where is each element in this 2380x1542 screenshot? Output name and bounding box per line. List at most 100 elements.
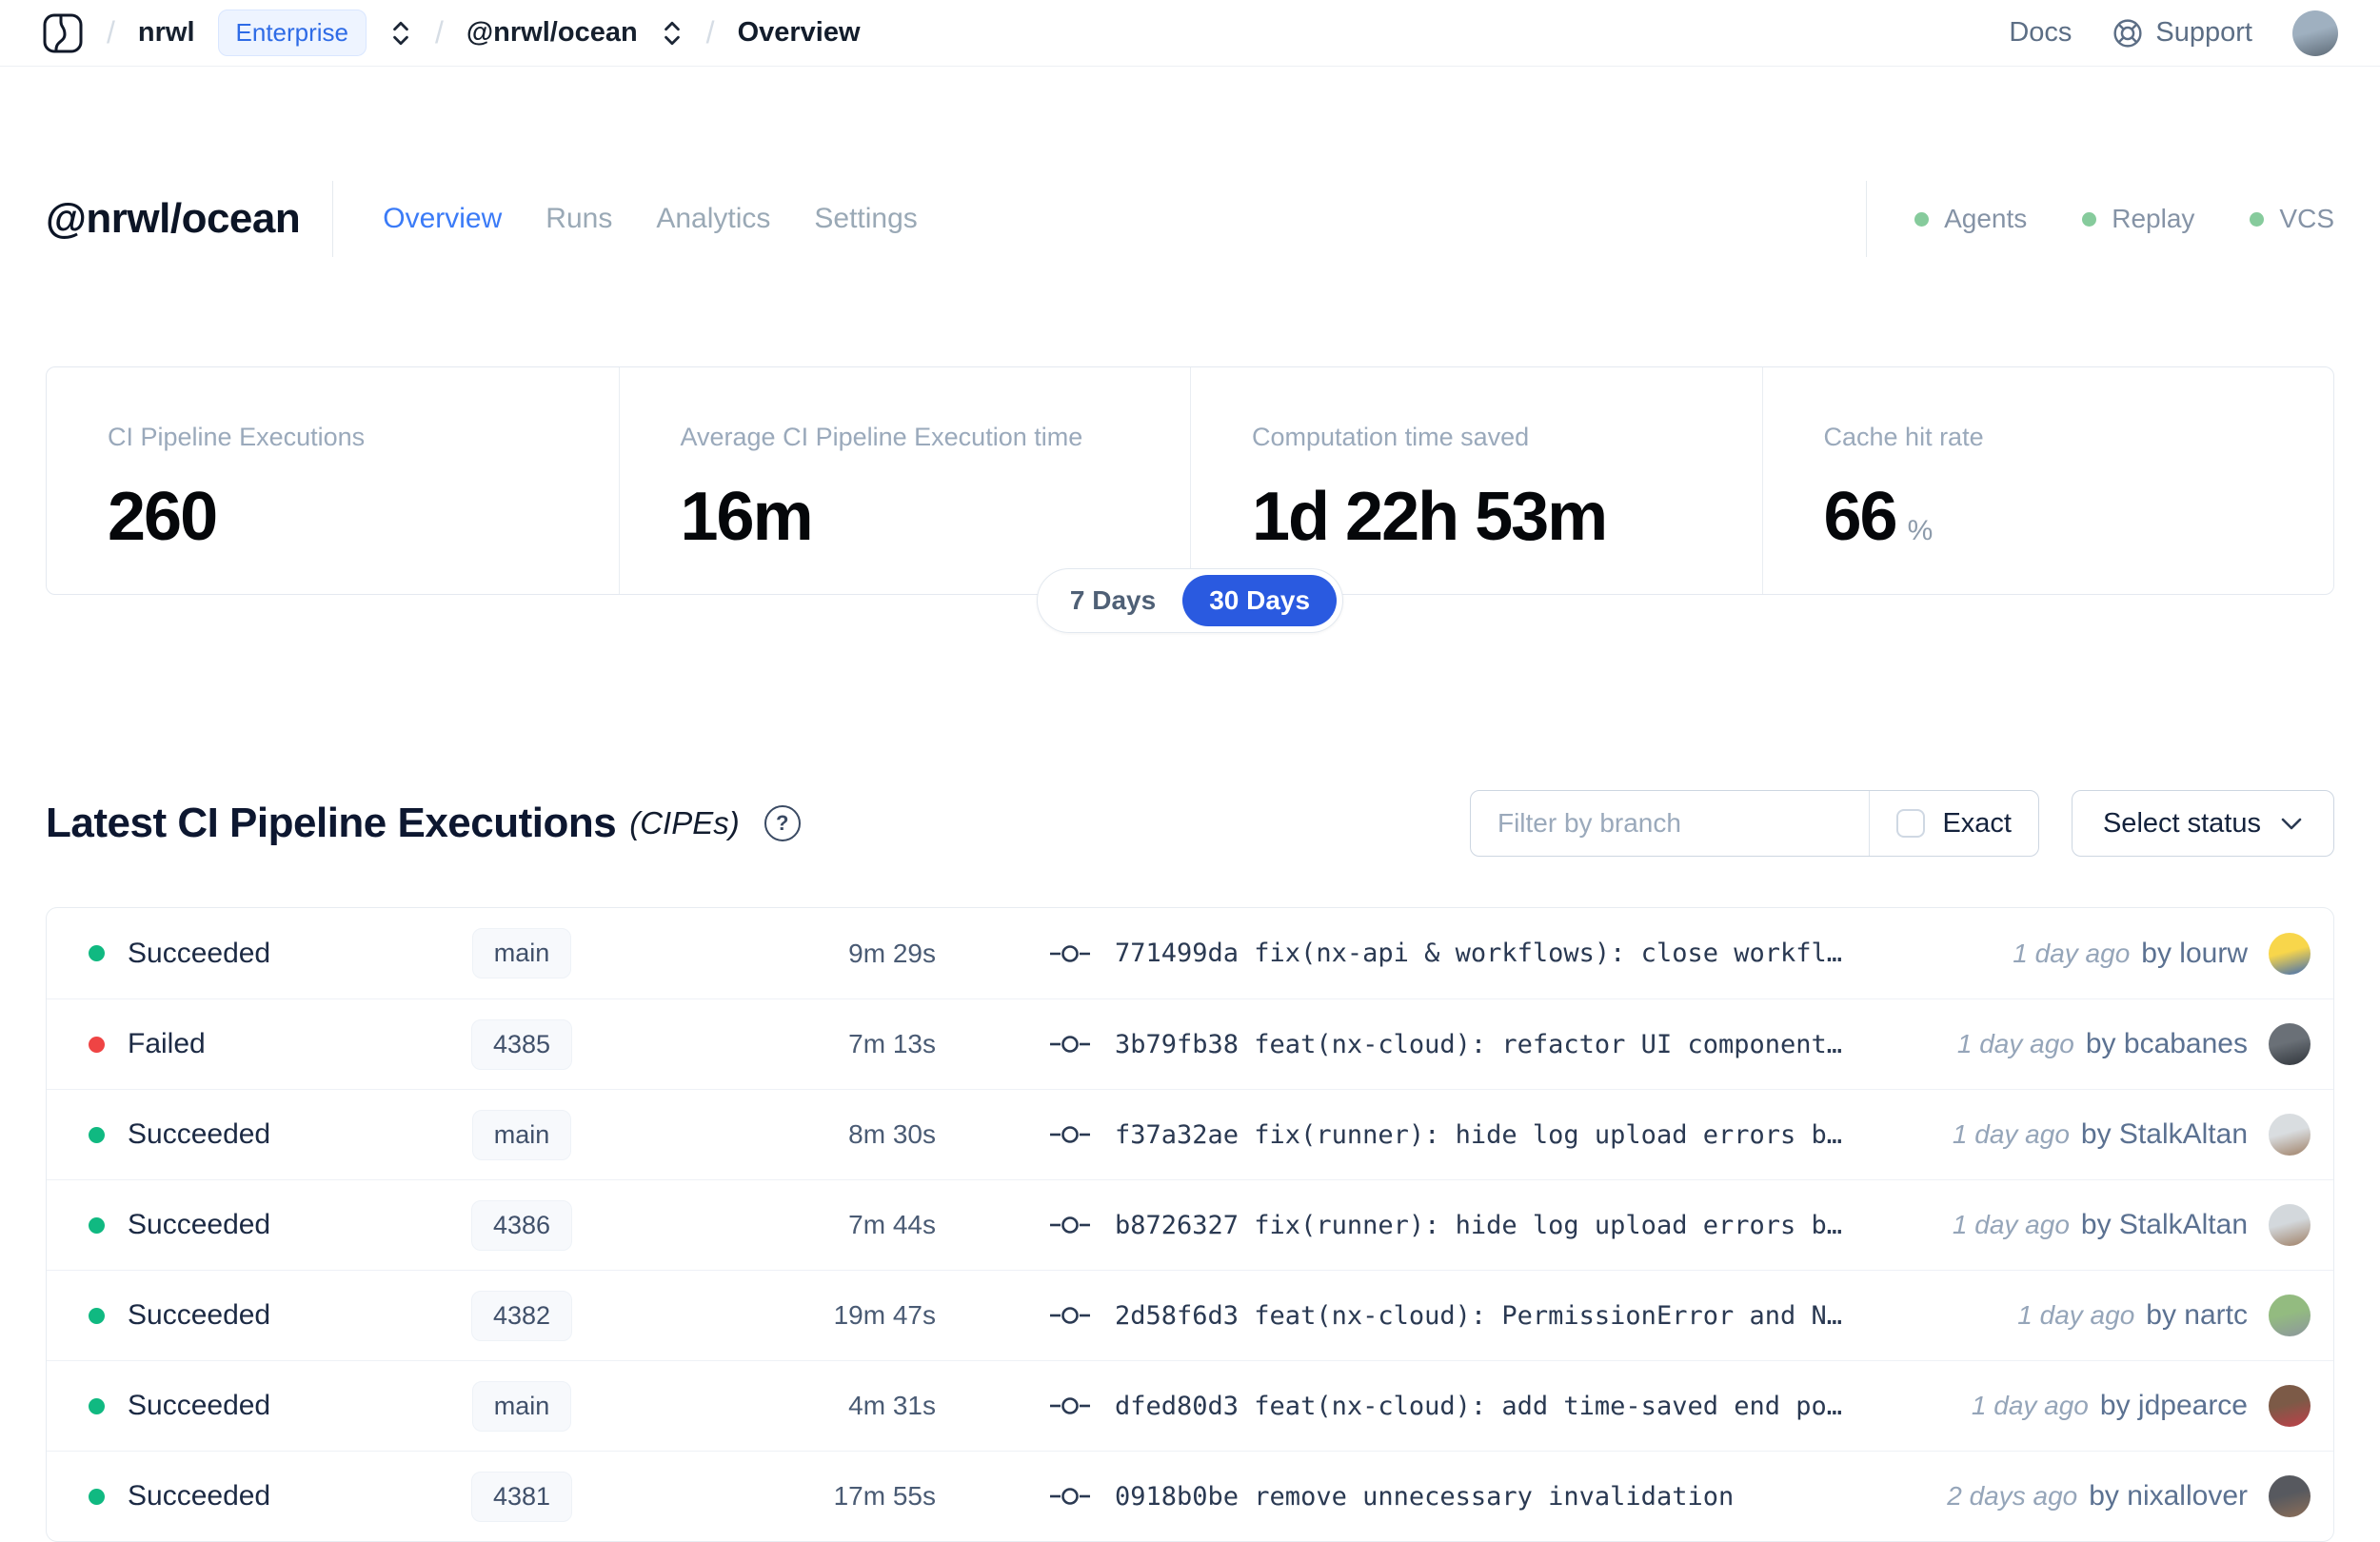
select-status-label: Select status	[2102, 807, 2261, 839]
status-dot-icon	[89, 945, 105, 961]
stat-ci-pipeline-executions: CI Pipeline Executions 260	[47, 367, 619, 594]
stat-computation-time-saved: Computation time saved 1d 22h 53m	[1190, 367, 1762, 594]
stat-value: 66	[1823, 479, 1898, 555]
cipe-subtitle: (CIPEs)	[629, 805, 740, 840]
author-avatar	[2269, 1295, 2311, 1336]
status-cell: Failed	[89, 1028, 412, 1060]
meta-cell: 1 day ago by nartc	[2017, 1295, 2311, 1336]
author: by nixallover	[2089, 1480, 2248, 1512]
range-7-days-button[interactable]: 7 Days	[1043, 575, 1182, 626]
user-avatar[interactable]	[2292, 10, 2338, 56]
commit-message: 771499da fix(nx-api & workflows): close …	[1115, 939, 1843, 968]
tab-overview[interactable]: Overview	[383, 203, 502, 235]
help-icon[interactable]: ?	[764, 805, 801, 841]
date-range-toggle: 7 Days 30 Days	[1036, 568, 1344, 633]
status-dot-icon	[1914, 211, 1930, 227]
commit-message: f37a32ae fix(runner): hide log upload er…	[1115, 1119, 1843, 1150]
git-commit-icon	[1050, 1034, 1090, 1055]
nx-cloud-logo-icon[interactable]	[42, 12, 84, 54]
branch-filter-group: Exact	[1469, 790, 2039, 857]
duration-cell: 7m 13s	[848, 1029, 936, 1058]
branch-badge: 4386	[470, 1199, 573, 1251]
status-label: Succeeded	[128, 1480, 271, 1512]
branch-badge: 4385	[470, 1018, 573, 1070]
time-ago: 1 day ago	[1952, 1119, 2070, 1149]
branch-badge: main	[471, 1109, 572, 1160]
stat-value: 260	[108, 479, 218, 555]
commit-cell: f37a32ae fix(runner): hide log upload er…	[936, 1120, 1953, 1150]
branch-badge: 4382	[470, 1290, 573, 1341]
commit-cell: 771499da fix(nx-api & workflows): close …	[936, 939, 2013, 968]
tab-settings[interactable]: Settings	[814, 203, 917, 235]
feature-replay[interactable]: Replay	[2082, 204, 2194, 234]
git-commit-icon	[1050, 1395, 1090, 1416]
branch-badge: main	[471, 928, 572, 979]
cipe-row[interactable]: Failed 4385 7m 13s 3b79fb38 feat(nx-clou…	[47, 998, 2333, 1089]
status-label: Succeeded	[128, 1299, 271, 1331]
docs-link[interactable]: Docs	[2009, 17, 2072, 49]
breadcrumb-org[interactable]: nrwl	[138, 17, 195, 49]
support-label: Support	[2155, 17, 2252, 48]
commit-cell: b8726327 fix(runner): hide log upload er…	[936, 1211, 1953, 1240]
author-avatar	[2269, 932, 2311, 975]
breadcrumb-separator: /	[705, 15, 715, 49]
git-commit-icon	[1050, 1124, 1090, 1145]
author: by StalkAltan	[2080, 1118, 2248, 1150]
duration-cell: 4m 31s	[848, 1391, 936, 1420]
status-cell: Succeeded	[89, 1390, 412, 1422]
duration-cell: 19m 47s	[833, 1300, 936, 1330]
status-cell: Succeeded	[89, 1118, 412, 1151]
git-commit-icon	[1050, 1305, 1090, 1326]
topbar-right: Docs Support	[2009, 10, 2338, 56]
cipe-row[interactable]: Succeeded 4386 7m 44s b8726327 fix(runne…	[47, 1179, 2333, 1270]
time-ago: 1 day ago	[1971, 1391, 2089, 1420]
meta-cell: 1 day ago by jdpearce	[1972, 1385, 2311, 1427]
workspace-header: @nrwl/ocean Overview Runs Analytics Sett…	[46, 181, 2334, 257]
feature-vcs-label: VCS	[2279, 204, 2334, 233]
status-dot-icon	[2082, 211, 2097, 227]
cipe-row[interactable]: Succeeded main 4m 31s dfed80d3 feat(nx-c…	[47, 1360, 2333, 1451]
cipe-row[interactable]: Succeeded 4382 19m 47s 2d58f6d3 feat(nx-…	[47, 1270, 2333, 1360]
cipe-row[interactable]: Succeeded main 9m 29s 771499da fix(nx-ap…	[47, 908, 2333, 998]
time-ago: 1 day ago	[1956, 1029, 2074, 1058]
stat-label: Cache hit rate	[1823, 423, 1984, 451]
exact-checkbox[interactable]	[1896, 809, 1926, 838]
stat-value: 1d 22h 53m	[1252, 479, 1608, 555]
status-dot-icon	[2250, 211, 2265, 227]
support-link[interactable]: Support	[2112, 17, 2252, 49]
time-ago: 1 day ago	[1952, 1210, 2070, 1239]
branch-cell: 4386	[412, 1199, 631, 1251]
breadcrumb-workspace[interactable]: @nrwl/ocean	[466, 17, 638, 49]
duration-cell: 7m 44s	[848, 1210, 936, 1239]
breadcrumb-separator: /	[107, 15, 115, 49]
status-dot-icon	[89, 1036, 105, 1053]
branch-cell: 4385	[412, 1018, 631, 1070]
tab-runs[interactable]: Runs	[545, 203, 612, 235]
cipe-row[interactable]: Succeeded 4381 17m 55s 0918b0be remove u…	[47, 1451, 2333, 1541]
tab-analytics[interactable]: Analytics	[656, 203, 770, 235]
status-dot-icon	[89, 1216, 105, 1234]
feature-agents-label: Agents	[1944, 204, 2028, 233]
status-label: Succeeded	[128, 1390, 271, 1421]
org-switcher-chevron-icon[interactable]	[389, 19, 412, 48]
meta-cell: 1 day ago by StalkAltan	[1953, 1204, 2311, 1246]
cipe-table: Succeeded main 9m 29s 771499da fix(nx-ap…	[46, 907, 2334, 1542]
topbar: / nrwl Enterprise / @nrwl/ocean / Overvi…	[0, 0, 2380, 67]
cipe-row[interactable]: Succeeded main 8m 30s f37a32ae fix(runne…	[47, 1089, 2333, 1179]
time-ago: 1 day ago	[2013, 938, 2131, 968]
select-status-button[interactable]: Select status	[2071, 790, 2334, 857]
feature-agents[interactable]: Agents	[1914, 204, 2027, 234]
status-label: Failed	[128, 1028, 206, 1059]
branch-cell: main	[412, 1109, 631, 1160]
workspace-switcher-chevron-icon[interactable]	[661, 19, 684, 48]
stat-cache-hit-rate: Cache hit rate 66%	[1761, 367, 2334, 594]
feature-vcs[interactable]: VCS	[2250, 204, 2334, 234]
status-dot-icon	[89, 1397, 105, 1414]
author: by lourw	[2141, 937, 2248, 969]
branch-badge: main	[471, 1380, 572, 1432]
commit-cell: 0918b0be remove unnecessary invalidation	[936, 1482, 1947, 1512]
range-30-days-button[interactable]: 30 Days	[1182, 575, 1338, 626]
main-content: @nrwl/ocean Overview Runs Analytics Sett…	[0, 181, 2380, 1542]
author: by nartc	[2146, 1299, 2248, 1331]
branch-filter-input[interactable]	[1470, 808, 1870, 839]
